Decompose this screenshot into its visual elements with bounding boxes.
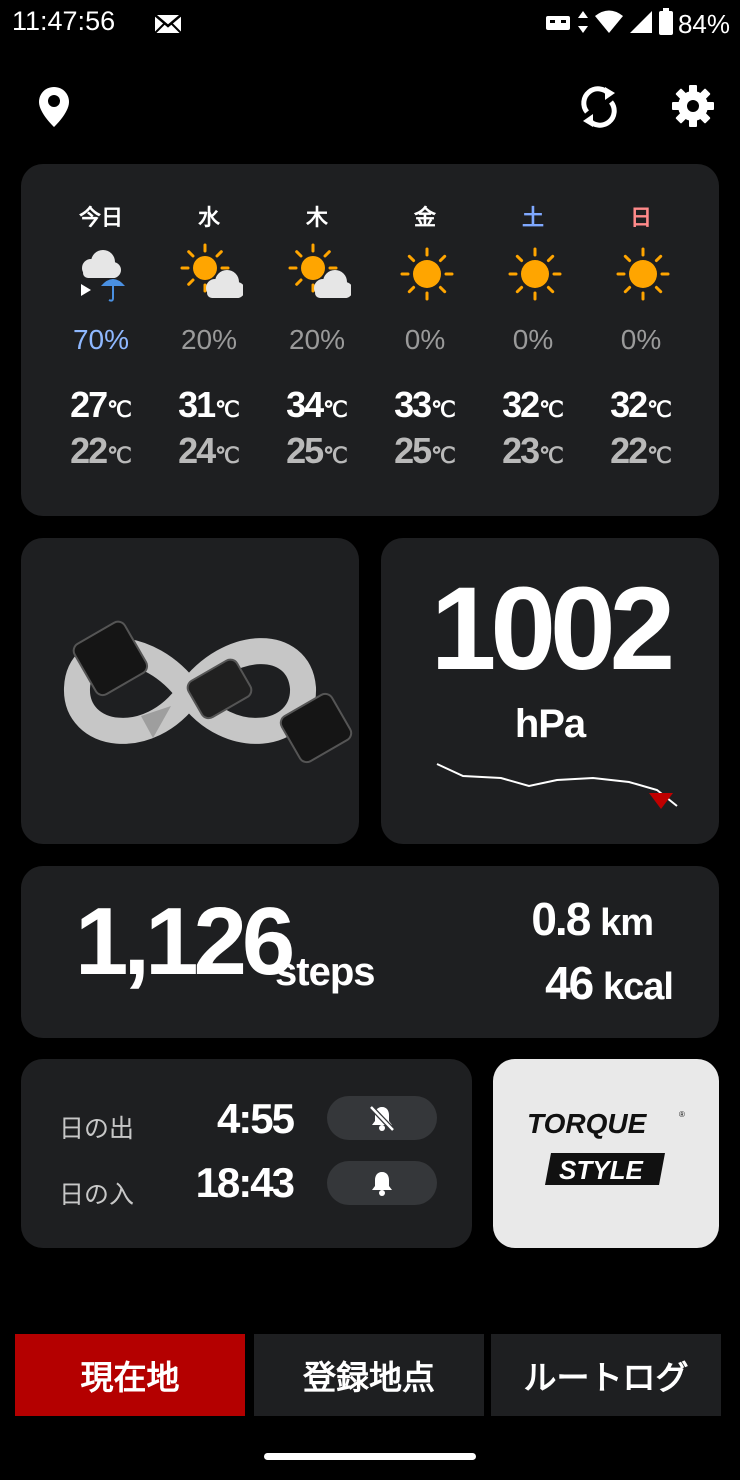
forecast-high-temp: 33℃: [394, 384, 456, 425]
forecast-rain-chance: 20%: [288, 324, 346, 355]
sunset-time: 18:43: [195, 1159, 295, 1206]
mail-icon: [154, 14, 182, 38]
sun-cloud-icon: [179, 242, 245, 306]
status-icons: 84%: [544, 8, 730, 40]
data-transfer-icon: [576, 9, 590, 39]
forecast-high-temp: 27℃: [70, 384, 132, 425]
sunset-alarm-toggle[interactable]: [327, 1161, 437, 1205]
home-indicator[interactable]: [264, 1453, 476, 1460]
refresh-icon[interactable]: [579, 84, 619, 134]
pressure-card[interactable]: 1002 hPa: [381, 538, 719, 844]
status-bar: 11:47:56 84%: [0, 0, 740, 48]
forecast-low-temp: 25℃: [286, 430, 348, 471]
forecast-day-label: 水: [197, 206, 220, 231]
forecast-high-temp: 32℃: [610, 384, 672, 425]
settings-gear-icon[interactable]: [671, 84, 715, 132]
forecast-rain-chance: 20%: [180, 324, 238, 355]
sun-cloud-icon: [287, 242, 353, 306]
forecast-rain-chance: 70%: [72, 324, 130, 355]
forecast-low-temp: 25℃: [394, 430, 456, 471]
svg-text:®: ®: [679, 1110, 685, 1119]
sun-icon: [395, 242, 459, 306]
vibrate-icon: [544, 10, 572, 38]
sun-times-card: 日の出 4:55 日の入 18:43: [21, 1059, 472, 1248]
svg-text:TORQUE: TORQUE: [527, 1108, 648, 1139]
forecast-high-temp: 34℃: [286, 384, 348, 425]
forecast-day-label: 土: [521, 206, 544, 231]
device-link-card[interactable]: [21, 538, 359, 844]
forecast-day-label: 今日: [78, 206, 123, 231]
battery-percent: 84%: [677, 8, 730, 39]
torque-style-card[interactable]: TORQUE ® STYLE: [493, 1059, 719, 1248]
forecast-high-temp: 32℃: [502, 384, 564, 425]
infinity-sync-icon: [64, 620, 353, 764]
sun-icon: [503, 242, 567, 306]
steps-count: 1,126: [75, 888, 295, 995]
sun-icon: [611, 242, 675, 306]
cloud-rain-icon: [71, 242, 135, 306]
pedometer-card[interactable]: 1,126 steps 0.8 km 46 kcal: [21, 866, 719, 1038]
tab-current-location[interactable]: 現在地: [15, 1334, 245, 1416]
svg-text:STYLE: STYLE: [559, 1155, 643, 1185]
steps-unit: steps: [275, 950, 375, 994]
sunset-label: 日の入: [59, 1180, 135, 1209]
forecast-day-label: 木: [305, 206, 328, 231]
calories: 46 kcal: [545, 957, 674, 1009]
distance: 0.8 km: [531, 893, 654, 945]
wifi-icon: [594, 9, 624, 39]
sunrise-label: 日の出: [59, 1114, 135, 1143]
signal-icon: [628, 9, 654, 39]
forecast-high-temp: 31℃: [178, 384, 240, 425]
forecast-rain-chance: 0%: [404, 324, 446, 355]
pressure-trend-graph: [436, 763, 678, 809]
weekly-forecast-card[interactable]: 今日 70% 27℃ 22℃ 水 20% 31℃ 24℃ 木 20% 34℃ 25℃ 金 0% 33℃ 25℃…: [21, 164, 719, 516]
forecast-day-label: 日: [629, 206, 652, 231]
bell-off-icon: [369, 1105, 395, 1132]
bell-icon: [372, 1172, 392, 1196]
status-time: 11:47:56: [12, 6, 116, 36]
sunrise-alarm-toggle[interactable]: [327, 1096, 437, 1140]
tab-route-log[interactable]: ルートログ: [491, 1334, 721, 1416]
sunrise-time: 4:55: [216, 1095, 295, 1142]
torque-style-logo: TORQUE ® STYLE: [527, 1108, 685, 1185]
forecast-day-label: 金: [413, 206, 436, 231]
tab-registered-locations[interactable]: 登録地点: [254, 1334, 484, 1416]
battery-icon: [658, 8, 674, 40]
forecast-low-temp: 24℃: [178, 430, 240, 471]
forecast-low-temp: 22℃: [70, 430, 132, 471]
forecast-low-temp: 22℃: [610, 430, 672, 471]
location-pin-icon[interactable]: [38, 86, 70, 132]
forecast-rain-chance: 0%: [512, 324, 554, 355]
forecast-rain-chance: 0%: [620, 324, 662, 355]
forecast-low-temp: 23℃: [502, 430, 564, 471]
